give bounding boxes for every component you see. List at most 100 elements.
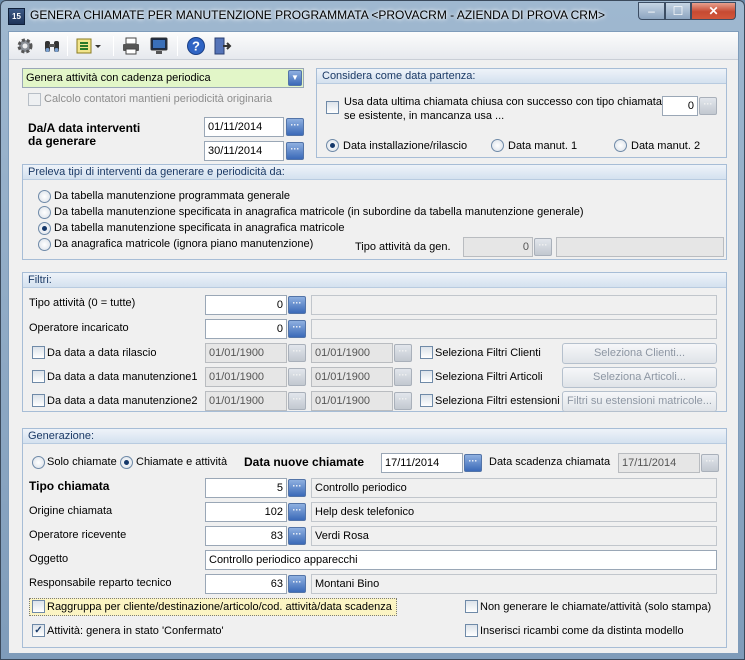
lookup-button[interactable]: ··· bbox=[288, 296, 306, 314]
filter-activity-type-field[interactable]: 0 bbox=[205, 295, 287, 315]
types-general-radio[interactable] bbox=[38, 190, 51, 203]
no-generate-checkbox[interactable] bbox=[465, 600, 478, 613]
due-date-label: Data scadenza chiamata bbox=[489, 456, 611, 468]
types-serials-radio[interactable] bbox=[38, 222, 51, 235]
receiver-field[interactable]: 83 bbox=[205, 526, 287, 546]
monitor-icon[interactable] bbox=[149, 36, 169, 56]
start-date-group: Considera come data partenza: Usa data u… bbox=[316, 68, 727, 158]
calendar-button[interactable]: ··· bbox=[394, 344, 412, 362]
manut2-date-to[interactable]: 01/01/1900 bbox=[311, 391, 393, 411]
lookup-button[interactable]: ··· bbox=[288, 479, 306, 497]
types-serials-label: Da tabella manutenzione specificata in a… bbox=[54, 222, 345, 234]
date-from-field[interactable]: 01/11/2014 bbox=[204, 117, 284, 137]
lookup-button[interactable]: ··· bbox=[699, 97, 717, 115]
date-to-field[interactable]: 30/11/2014 bbox=[204, 141, 284, 161]
manut1-date-to[interactable]: 01/01/1900 bbox=[311, 367, 393, 387]
gear-icon[interactable] bbox=[15, 36, 35, 56]
extension-filters-button[interactable]: Filtri su estensioni matricole... bbox=[562, 391, 717, 412]
calendar-button[interactable]: ··· bbox=[288, 392, 306, 410]
calls-activities-label: Chiamate e attività bbox=[136, 456, 228, 468]
manut1-date-radio[interactable] bbox=[491, 139, 504, 152]
minimize-button[interactable]: – bbox=[638, 2, 665, 20]
close-button[interactable]: ✕ bbox=[691, 2, 736, 20]
calendar-button[interactable]: ··· bbox=[288, 368, 306, 386]
maximize-button[interactable]: ☐ bbox=[665, 2, 691, 20]
last-call-type-field[interactable]: 0 bbox=[662, 96, 698, 116]
intervention-types-group: Preleva tipi di interventi da generare e… bbox=[22, 164, 727, 260]
filter-operator-desc bbox=[311, 319, 717, 339]
types-subordinate-radio[interactable] bbox=[38, 206, 51, 219]
group-header: Considera come data partenza: bbox=[317, 69, 726, 84]
extension-filters-label: Seleziona Filtri estensioni bbox=[435, 395, 560, 407]
use-last-call-checkbox[interactable] bbox=[326, 101, 339, 114]
app-icon[interactable]: 15 bbox=[8, 8, 25, 25]
activity-type-gen-field[interactable]: 0 bbox=[463, 237, 533, 257]
manut1-date-checkbox[interactable] bbox=[32, 370, 45, 383]
filter-operator-field[interactable]: 0 bbox=[205, 319, 287, 339]
lookup-button[interactable]: ··· bbox=[288, 503, 306, 521]
date-range-label: Da/A data interventi bbox=[28, 121, 141, 135]
lookup-button[interactable]: ··· bbox=[288, 320, 306, 338]
generation-mode-select[interactable]: Genera attività con cadenza periodica ▼ bbox=[22, 68, 304, 88]
release-date-from[interactable]: 01/01/1900 bbox=[205, 343, 287, 363]
lookup-button[interactable]: ··· bbox=[288, 575, 306, 593]
filters-group: Filtri: Tipo attività (0 = tutte) 0 ··· … bbox=[22, 272, 727, 412]
call-type-desc: Controllo periodico bbox=[311, 478, 717, 498]
exit-icon[interactable] bbox=[212, 36, 232, 56]
client-filters-checkbox[interactable] bbox=[420, 346, 433, 359]
calls-activities-radio[interactable] bbox=[120, 456, 133, 469]
release-date-to[interactable]: 01/01/1900 bbox=[311, 343, 393, 363]
activities-confirmed-checkbox[interactable]: ✓ bbox=[32, 624, 45, 637]
title-bar[interactable]: 15 GENERA CHIAMATE PER MANUTENZIONE PROG… bbox=[1, 1, 744, 31]
calendar-button[interactable]: ··· bbox=[286, 142, 304, 160]
calendar-button[interactable]: ··· bbox=[394, 368, 412, 386]
manut2-date-label: Data manut. 2 bbox=[631, 140, 701, 152]
calendar-button[interactable]: ··· bbox=[288, 344, 306, 362]
select-clients-button[interactable]: Seleziona Clienti... bbox=[562, 343, 717, 364]
calendar-button[interactable]: ··· bbox=[394, 392, 412, 410]
toolbar-separator bbox=[67, 36, 68, 56]
release-date-checkbox[interactable] bbox=[32, 346, 45, 359]
list-dropdown-icon[interactable] bbox=[75, 36, 103, 56]
filter-activity-type-desc bbox=[311, 295, 717, 315]
tech-manager-field[interactable]: 63 bbox=[205, 574, 287, 594]
calls-only-label: Solo chiamate bbox=[47, 456, 117, 468]
printer-icon[interactable] bbox=[121, 36, 141, 56]
call-type-field[interactable]: 5 bbox=[205, 478, 287, 498]
manut2-date-label: Da data a data manutenzione2 bbox=[47, 395, 198, 407]
tech-manager-label: Responsabile reparto tecnico bbox=[29, 577, 172, 589]
origin-desc: Help desk telefonico bbox=[311, 502, 717, 522]
manut2-date-from[interactable]: 01/01/1900 bbox=[205, 391, 287, 411]
toolbar: ? bbox=[9, 32, 738, 60]
help-icon[interactable]: ? bbox=[186, 36, 206, 56]
new-calls-date-field[interactable]: 17/11/2014 bbox=[381, 453, 463, 473]
calc-counters-checkbox[interactable] bbox=[28, 93, 41, 106]
lookup-button[interactable]: ··· bbox=[288, 527, 306, 545]
select-articles-button[interactable]: Seleziona Articoli... bbox=[562, 367, 717, 388]
extension-filters-checkbox[interactable] bbox=[420, 394, 433, 407]
article-filters-checkbox[interactable] bbox=[420, 370, 433, 383]
manut2-date-radio[interactable] bbox=[614, 139, 627, 152]
binoculars-icon[interactable] bbox=[42, 36, 62, 56]
insert-parts-checkbox[interactable] bbox=[465, 624, 478, 637]
due-date-field[interactable]: 17/11/2014 bbox=[618, 453, 700, 473]
calendar-button[interactable]: ··· bbox=[464, 454, 482, 472]
origin-field[interactable]: 102 bbox=[205, 502, 287, 522]
subject-label: Oggetto bbox=[29, 553, 69, 565]
manut1-date-from[interactable]: 01/01/1900 bbox=[205, 367, 287, 387]
group-by-checkbox[interactable] bbox=[32, 600, 45, 613]
types-registry-radio[interactable] bbox=[38, 238, 51, 251]
types-registry-label: Da anagrafica matricole (ignora piano ma… bbox=[54, 238, 314, 250]
calls-only-radio[interactable] bbox=[32, 456, 45, 469]
no-generate-label: Non generare le chiamate/attività (solo … bbox=[480, 601, 712, 613]
lookup-button[interactable]: ··· bbox=[534, 238, 552, 256]
subject-field[interactable]: Controllo periodico apparecchi bbox=[205, 550, 717, 570]
chevron-down-icon[interactable]: ▼ bbox=[288, 70, 302, 86]
install-date-radio[interactable] bbox=[326, 139, 339, 152]
application-window: 15 GENERA CHIAMATE PER MANUTENZIONE PROG… bbox=[0, 0, 745, 660]
manut2-date-checkbox[interactable] bbox=[32, 394, 45, 407]
manut1-date-label: Da data a data manutenzione1 bbox=[47, 371, 198, 383]
calendar-button[interactable]: ··· bbox=[701, 454, 719, 472]
manut1-date-label: Data manut. 1 bbox=[508, 140, 578, 152]
calendar-button[interactable]: ··· bbox=[286, 118, 304, 136]
